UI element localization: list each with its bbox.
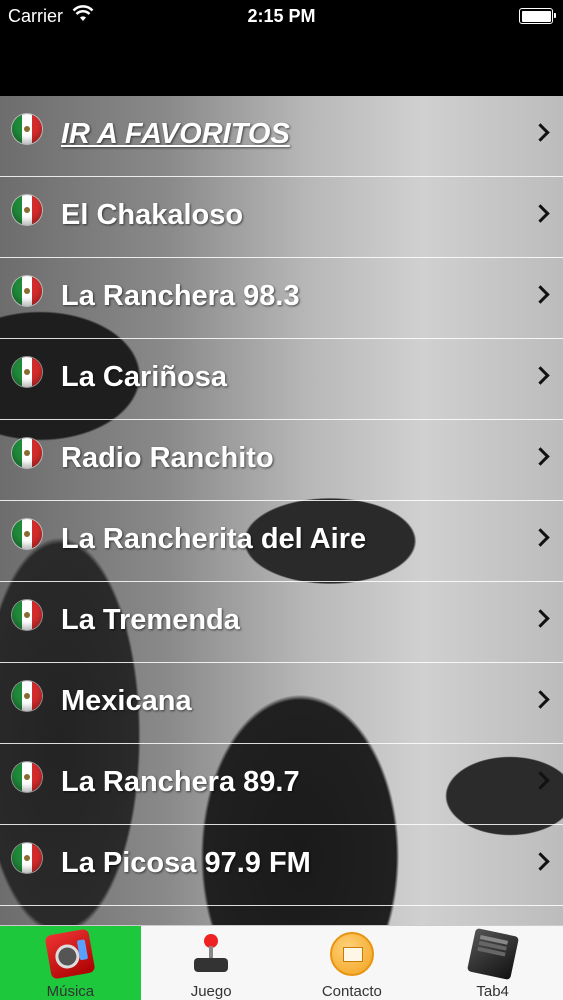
chevron-right-icon [531,528,550,547]
book-icon [466,927,519,981]
list-item[interactable]: Radio Ranchito [0,420,563,501]
tab-contacto[interactable]: Contacto [282,926,423,1000]
tab-tab4[interactable]: Tab4 [422,926,563,1000]
mail-icon [329,932,374,976]
mexico-flag-icon [12,519,42,549]
radio-icon [44,928,96,980]
list-item[interactable]: La Cariñosa [0,339,563,420]
tab-bar: Música Juego Contacto Tab4 [0,925,563,1000]
tab-musica[interactable]: Música [0,926,141,1000]
chevron-right-icon [531,285,550,304]
mexico-flag-icon [12,357,42,387]
tab-label: Música [46,983,95,1000]
mexico-flag-icon [12,600,42,630]
chevron-right-icon [531,609,550,628]
mexico-flag-icon [12,114,42,144]
chevron-right-icon [531,690,550,709]
chevron-right-icon [531,123,550,142]
mexico-flag-icon [12,276,42,306]
mexico-flag-icon [12,843,42,873]
chevron-right-icon [531,771,550,790]
list-item[interactable]: El Chakaloso [0,177,563,258]
tab-juego[interactable]: Juego [141,926,282,1000]
mexico-flag-icon [12,681,42,711]
station-list: IR A FAVORITOS El Chakaloso La Ranchera … [0,96,563,925]
list-item[interactable]: La Picosa 97.9 FM [0,825,563,906]
list-item-label: La Picosa 97.9 FM [61,847,311,879]
list-item[interactable]: La Rancherita del Aire [0,501,563,582]
list-item-label: La Tremenda [61,604,240,636]
mexico-flag-icon [12,195,42,225]
tab-label: Contacto [321,983,382,1000]
list-item-label: La Ranchera 98.3 [61,280,300,312]
list-item[interactable]: La Ranchera 89.7 [0,744,563,825]
list-item[interactable]: La Tremenda [0,582,563,663]
tab-label: Tab4 [476,983,509,1000]
list-item-label: La Rancherita del Aire [61,523,367,555]
mexico-flag-icon [12,762,42,792]
mexico-flag-icon [12,438,42,468]
tab-label: Juego [190,983,232,1000]
battery-icon [519,8,556,24]
joystick-icon [189,932,233,976]
list-item-label: IR A FAVORITOS [61,118,290,150]
list-item[interactable]: La Ranchera 98.3 [0,258,563,339]
navigation-bar [0,32,563,96]
list-item-label: La Ranchera 89.7 [61,766,300,798]
chevron-right-icon [531,852,550,871]
status-bar: Carrier 2:15 PM [0,0,563,32]
chevron-right-icon [531,366,550,385]
list-item-label: El Chakaloso [61,199,244,231]
chevron-right-icon [531,447,550,466]
list-item-label: Radio Ranchito [61,442,274,474]
chevron-right-icon [531,204,550,223]
list-item[interactable]: Mexicana [0,663,563,744]
list-item-label: Mexicana [61,685,192,717]
list-item-label: La Cariñosa [61,361,227,393]
status-time: 2:15 PM [247,6,316,26]
list-item-favorites[interactable]: IR A FAVORITOS [0,96,563,177]
